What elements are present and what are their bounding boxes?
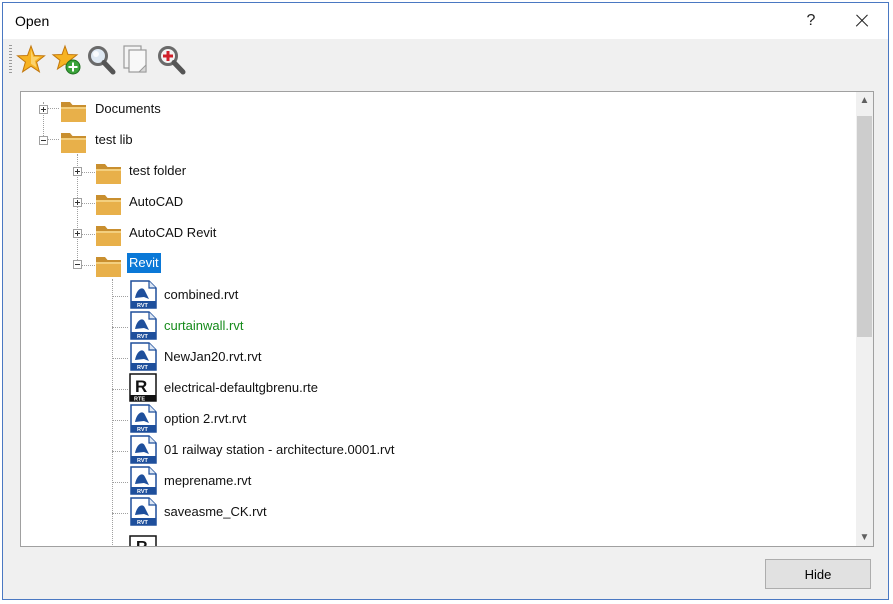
expand-toggle[interactable]: [39, 105, 48, 114]
tree-connector: [112, 358, 128, 359]
rvt-file-icon: RVT: [130, 311, 157, 340]
dialog-title: Open: [15, 13, 50, 29]
rte-file-icon: RRTE: [129, 373, 157, 402]
open-dialog: Open ? Documents test lib test folder Au…: [2, 2, 889, 600]
file-item[interactable]: RVT 01 railway station - architecture.000…: [21, 435, 521, 466]
svg-text:R: R: [135, 377, 147, 396]
star-icon: [16, 44, 46, 73]
expand-toggle[interactable]: [73, 229, 82, 238]
file-item[interactable]: RVT option 2.rvt.rvt: [21, 404, 521, 435]
file-item[interactable]: RVT combined.rvt: [21, 280, 521, 311]
file-label: meprename.rvt: [164, 473, 252, 488]
close-button[interactable]: [849, 7, 875, 35]
collapse-toggle[interactable]: [39, 136, 48, 145]
rvt-file-icon: RVT: [130, 435, 157, 464]
toolbar-grip[interactable]: [9, 45, 12, 75]
tree-connector: [112, 482, 128, 483]
rvt-file-icon: RVT: [130, 466, 157, 495]
tree-connector: [112, 420, 128, 421]
file-item[interactable]: RVT meprename.rvt: [21, 466, 521, 497]
file-item[interactable]: RVT NewJan20.rvt.rvt: [21, 342, 521, 373]
svg-text:RTE: RTE: [134, 396, 145, 402]
svg-text:RVT: RVT: [137, 520, 149, 526]
tree-node-test-folder[interactable]: test folder: [21, 156, 321, 187]
file-label: option 2.rvt.rvt: [164, 411, 247, 426]
tree-node-revit[interactable]: Revit: [21, 249, 321, 280]
svg-text:RVT: RVT: [137, 427, 149, 433]
tree-connector: [112, 296, 128, 297]
rte-file-icon: R: [129, 535, 157, 547]
file-label: saveasme_CK.rvt: [164, 504, 267, 519]
scroll-up-icon[interactable]: ▲: [856, 92, 873, 109]
folder-icon: [96, 257, 121, 277]
collapse-toggle[interactable]: [73, 260, 82, 269]
tree-node-documents[interactable]: Documents: [21, 94, 321, 125]
copy-pages-icon: [123, 45, 147, 73]
tree-node-test-lib[interactable]: test lib: [21, 125, 321, 156]
svg-text:RVT: RVT: [137, 303, 149, 309]
add-favorite-icon: [51, 44, 81, 75]
title-bar: Open ?: [3, 3, 888, 39]
rvt-file-icon: RVT: [130, 342, 157, 371]
tree-node-label: test lib: [95, 132, 133, 147]
scroll-down-icon[interactable]: ▼: [856, 529, 873, 546]
zoom-add-icon: [158, 46, 186, 75]
copy-pages-button[interactable]: [121, 43, 153, 77]
file-label: electrical-defaultgbrenu.rte: [164, 380, 318, 395]
add-favorite-button[interactable]: [51, 43, 83, 77]
tree-node-label: Documents: [95, 101, 161, 116]
zoom-add-button[interactable]: [155, 43, 187, 77]
tree-connector: [112, 451, 128, 452]
folder-icon: [96, 195, 121, 215]
tree-node-label: AutoCAD Revit: [129, 225, 217, 240]
file-item[interactable]: RVT saveasme_CK.rvt: [21, 497, 521, 528]
vertical-scrollbar[interactable]: ▲ ▼: [856, 92, 873, 546]
svg-text:RVT: RVT: [137, 334, 149, 340]
folder-icon: [61, 102, 86, 122]
rvt-file-icon: RVT: [130, 497, 157, 526]
file-label: 01 railway station - architecture.0001.r…: [164, 442, 395, 457]
expand-toggle[interactable]: [73, 167, 82, 176]
tree-node-label: Revit: [127, 253, 161, 273]
svg-text:RVT: RVT: [137, 458, 149, 464]
file-label: combined.rvt: [164, 287, 239, 302]
scroll-thumb[interactable]: [857, 116, 872, 337]
folder-icon: [61, 133, 86, 153]
svg-text:R: R: [136, 539, 148, 547]
file-item[interactable]: R RTE electrical-defaultgbrenu.rte: [21, 373, 521, 404]
hide-button[interactable]: Hide: [765, 559, 871, 589]
file-item[interactable]: RVT curtainwall.rvt: [21, 311, 521, 342]
help-button[interactable]: ?: [799, 7, 823, 35]
folder-icon: [96, 164, 121, 184]
tree-node-autocad-revit[interactable]: AutoCAD Revit: [21, 218, 321, 249]
svg-text:RVT: RVT: [137, 365, 149, 371]
search-button[interactable]: [85, 43, 117, 77]
svg-text:RVT: RVT: [137, 489, 149, 495]
tree-node-label: AutoCAD: [129, 194, 184, 209]
library-tree[interactable]: Documents test lib test folder AutoCAD A…: [20, 91, 874, 547]
tree-connector: [112, 327, 128, 328]
favorites-button[interactable]: [15, 43, 47, 77]
tree-connector: [112, 389, 128, 390]
file-label: NewJan20.rvt.rvt: [164, 349, 262, 364]
tree-node-autocad[interactable]: AutoCAD: [21, 187, 321, 218]
tree-node-label: test folder: [129, 163, 187, 178]
rvt-file-icon: RVT: [130, 404, 157, 433]
rvt-file-icon: RVT: [130, 280, 157, 309]
folder-icon: [96, 226, 121, 246]
search-icon: [88, 46, 116, 75]
expand-toggle[interactable]: [73, 198, 82, 207]
tree-connector: [112, 513, 128, 514]
toolbar: [3, 39, 888, 83]
file-label: curtainwall.rvt: [164, 318, 244, 333]
